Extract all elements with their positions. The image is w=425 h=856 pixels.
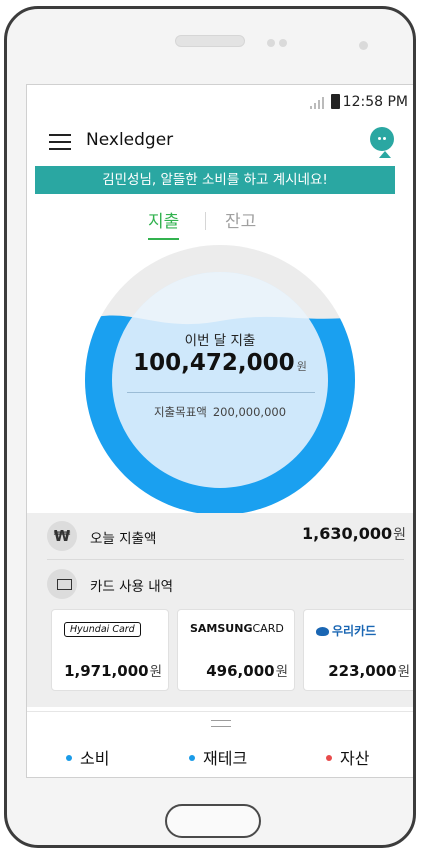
card-woori[interactable]: 우리카드 223,000원 [303,609,413,691]
monthly-spending-amount: 100,472,000 원 [133,350,307,376]
card-hyundai[interactable]: Hyundai Card 1,971,000원 [51,609,169,691]
card-amount: 1,971,000원 [64,662,162,680]
today-spending-label: 오늘 지출액 [90,531,157,547]
battery-icon [331,94,340,109]
spending-target: 지출목표액 200,000,000 [153,405,287,419]
tab-spending[interactable]: 지출 [148,207,180,240]
dot-icon [326,755,332,761]
home-button[interactable] [165,804,261,838]
dot-icon [189,755,195,761]
gauge-divider [127,392,315,393]
phone-sensor [267,39,275,47]
phone-camera [359,41,368,50]
tab-balance[interactable]: 잔고 [225,207,256,232]
nav-assets[interactable]: 자산 [326,745,369,769]
card-amount: 496,000원 [206,662,288,680]
hamburger-menu-icon[interactable] [49,134,71,150]
bottom-sheet: 소비 재테크 자산 [27,711,413,777]
credit-card-icon [57,579,72,590]
gauge-label: 이번 달 지출 [184,333,256,349]
card-samsung[interactable]: SAMSUNGCARD 496,000원 [177,609,295,691]
banner-pointer [379,151,391,158]
card-list: Hyundai Card 1,971,000원 SAMSUNGCARD 496,… [27,609,413,693]
phone-frame: 12:58 PM Nexledger 김민성님, 알뜰한 소비를 하고 계시네요… [4,6,416,848]
chatbot-icon[interactable] [370,127,394,151]
assistant-banner: 김민성님, 알뜰한 소비를 하고 계시네요! [35,166,395,194]
signal-icon [310,97,324,109]
woori-card-logo: 우리카드 [316,622,376,639]
app-title: Nexledger [86,130,174,150]
view-tabs: 지출 잔고 [27,205,413,241]
nav-investment[interactable]: 재테크 [189,745,247,769]
status-bar: 12:58 PM [27,85,413,119]
card-usage-label: 카드 사용 내역 [90,579,174,595]
status-time: 12:58 PM [342,94,408,110]
screen: 12:58 PM Nexledger 김민성님, 알뜰한 소비를 하고 계시네요… [26,84,413,778]
samsung-card-logo: SAMSUNGCARD [190,622,284,635]
tab-divider [205,212,206,230]
phone-speaker [175,35,245,47]
drag-handle[interactable] [211,720,231,727]
card-amount: 223,000원 [328,662,410,680]
won-icon: ₩ [47,521,77,551]
nav-consumption[interactable]: 소비 [66,745,109,769]
row-divider [47,559,404,560]
app-header: Nexledger [27,119,413,169]
phone-sensor [279,39,287,47]
hyundai-card-logo: Hyundai Card [64,622,141,637]
gauge-summary: 이번 달 지출 100,472,000 원 지출목표액 200,000,000 [85,245,355,515]
dot-icon [66,755,72,761]
woori-logo-icon [316,627,329,636]
today-spending-value: 1,630,000원 [302,524,406,543]
card-usage-row[interactable]: 카드 사용 내역 [27,561,413,607]
today-spending-row[interactable]: ₩ 오늘 지출액 1,630,000원 [27,513,413,559]
